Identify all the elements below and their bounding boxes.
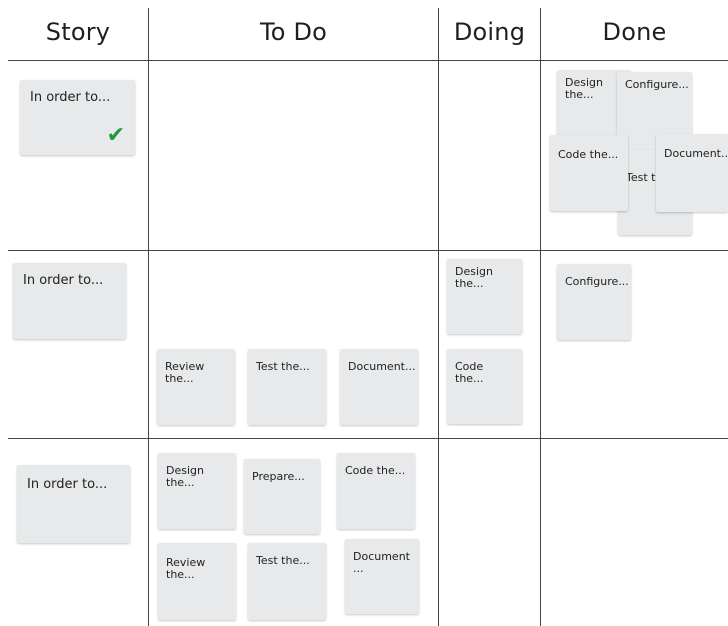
row-divider: [8, 438, 728, 439]
task-card-label: Prepare...: [252, 470, 305, 483]
row-divider: [8, 250, 728, 251]
check-icon: ✔: [106, 123, 125, 148]
task-card-label: Test t: [626, 171, 656, 184]
column-header-todo: To Do: [259, 18, 328, 46]
task-card[interactable]: Prepare...: [244, 459, 320, 534]
task-card[interactable]: Document...: [656, 134, 728, 212]
column-header-done: Done: [602, 18, 667, 46]
task-card-label: Design the...: [565, 76, 603, 101]
task-card[interactable]: Design the...: [158, 453, 236, 529]
task-card[interactable]: Review the...: [157, 349, 235, 425]
task-card-label: Review the...: [166, 556, 206, 581]
kanban-board: Story To Do Doing Done In order to... ✔ …: [0, 0, 728, 626]
task-card[interactable]: Document ...: [345, 539, 419, 614]
column-divider: [148, 8, 149, 626]
story-card[interactable]: In order to...: [17, 465, 130, 543]
task-card-label: Document ...: [353, 550, 410, 575]
task-card[interactable]: Code the...: [550, 135, 628, 211]
column-header-doing: Doing: [453, 18, 526, 46]
task-card[interactable]: Code the...: [447, 349, 522, 424]
task-card-label: Configure...: [625, 78, 689, 91]
column-divider: [438, 8, 439, 626]
story-card-label: In order to...: [27, 477, 108, 492]
task-card[interactable]: Test the...: [248, 543, 326, 620]
task-card[interactable]: Design the...: [447, 259, 522, 334]
task-card-label: Test the...: [256, 554, 310, 567]
story-card-label: In order to...: [23, 273, 104, 288]
task-card[interactable]: Review the...: [158, 543, 236, 620]
task-card-label: Code the...: [455, 360, 484, 385]
story-card[interactable]: In order to... ✔: [20, 80, 135, 155]
task-card-label: Document...: [664, 147, 728, 160]
row-divider: [8, 60, 728, 61]
column-divider: [540, 8, 541, 626]
column-header-story: Story: [45, 18, 111, 46]
task-card-label: Review the...: [165, 360, 205, 385]
task-card-label: Code the...: [345, 464, 406, 477]
task-card[interactable]: Code the...: [337, 453, 415, 529]
task-card-label: Code the...: [558, 148, 619, 161]
task-card-label: Document...: [348, 360, 416, 373]
task-card[interactable]: Test the...: [248, 349, 326, 425]
task-card-label: Test the...: [256, 360, 310, 373]
task-card[interactable]: Configure...: [557, 264, 631, 340]
task-card[interactable]: Document...: [340, 349, 418, 425]
task-card-label: Configure...: [565, 275, 629, 288]
task-card-label: Design the...: [455, 265, 493, 290]
story-card-label: In order to...: [30, 90, 111, 105]
task-card-label: Design the...: [166, 464, 204, 489]
story-card[interactable]: In order to...: [13, 263, 126, 339]
